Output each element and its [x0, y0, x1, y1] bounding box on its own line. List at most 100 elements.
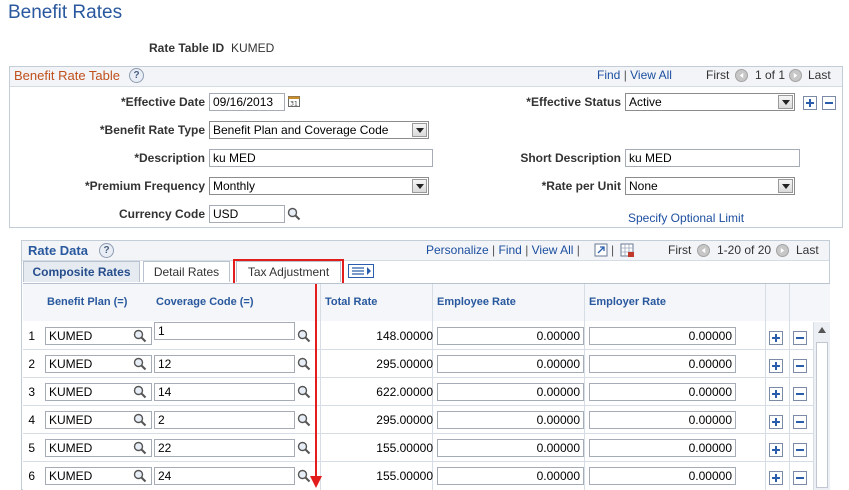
personalize-link[interactable]: Personalize [426, 243, 489, 257]
delete-row-button[interactable] [793, 387, 807, 401]
lookup-search-icon[interactable] [287, 207, 301, 221]
benefit-rate-type-value: Benefit Plan and Coverage Code [213, 123, 389, 137]
find-link[interactable]: Find [499, 243, 522, 257]
rate-per-unit-value: None [629, 179, 658, 193]
row-number: 2 [28, 357, 35, 371]
view-all-link[interactable]: View All [532, 243, 574, 257]
employer-rate-input[interactable]: 0.00000 [589, 383, 736, 401]
page-title: Benefit Rates [8, 2, 123, 23]
employer-rate-input[interactable]: 0.00000 [589, 355, 736, 373]
currency-code-label: Currency Code [118, 207, 205, 221]
benefit-rate-type-label: *Benefit Rate Type [99, 123, 205, 137]
first-label: First [668, 243, 692, 257]
previous-arrow-icon[interactable] [735, 69, 748, 82]
delete-row-button[interactable] [822, 96, 836, 110]
employee-rate-input[interactable]: 0.00000 [437, 439, 584, 457]
lookup-search-icon[interactable] [133, 357, 147, 371]
column-header-employer-rate: Employer Rate [589, 296, 667, 308]
add-row-button[interactable] [769, 387, 783, 401]
delete-row-button[interactable] [793, 415, 807, 429]
effective-date-label: *Effective Date [120, 95, 205, 109]
tab-composite-rates[interactable]: Composite Rates [23, 261, 140, 282]
lookup-search-icon[interactable] [133, 441, 147, 455]
download-to-excel-icon[interactable] [620, 243, 635, 258]
plus-icon [772, 474, 780, 482]
calendar-icon[interactable]: 31 [288, 95, 300, 107]
scrollbar-thumb[interactable] [816, 342, 828, 488]
lookup-search-icon[interactable] [133, 413, 147, 427]
minus-icon [796, 393, 804, 395]
rate-per-unit-select[interactable]: None [625, 177, 795, 195]
coverage-code-input[interactable]: 2 [154, 411, 295, 429]
rate-per-unit-label: *Rate per Unit [541, 179, 621, 193]
short-description-input[interactable]: ku MED [625, 149, 800, 167]
premium-frequency-select[interactable]: Monthly [209, 177, 429, 195]
scroll-up-icon[interactable] [818, 327, 826, 333]
add-row-button[interactable] [769, 359, 783, 373]
column-header-benefit-plan[interactable]: Benefit Plan (=) [47, 296, 127, 308]
employee-rate-input[interactable]: 0.00000 [437, 355, 584, 373]
chevron-down-icon [412, 123, 427, 137]
employer-rate-input[interactable]: 0.00000 [589, 467, 736, 485]
coverage-code-input[interactable]: 24 [154, 467, 295, 485]
employer-rate-input[interactable]: 0.00000 [589, 327, 736, 345]
benefit-rate-table-group [9, 66, 843, 228]
effective-status-select[interactable]: Active [625, 93, 795, 111]
help-icon[interactable]: ? [129, 68, 144, 83]
chevron-down-icon [778, 95, 793, 109]
zoom-grid-icon[interactable] [594, 243, 608, 257]
delete-row-button[interactable] [793, 471, 807, 485]
employer-rate-input[interactable]: 0.00000 [589, 439, 736, 457]
add-row-button[interactable] [769, 331, 783, 345]
add-row-button[interactable] [769, 415, 783, 429]
add-row-button[interactable] [803, 96, 817, 110]
next-arrow-icon[interactable] [776, 244, 789, 257]
row-number: 3 [28, 385, 35, 399]
delete-row-button[interactable] [793, 331, 807, 345]
add-row-button[interactable] [769, 443, 783, 457]
minus-icon [796, 337, 804, 339]
effective-date-input[interactable]: 09/16/2013 [209, 93, 285, 111]
lookup-search-icon[interactable] [133, 469, 147, 483]
employee-rate-input[interactable]: 0.00000 [437, 467, 584, 485]
lookup-search-icon[interactable] [133, 329, 147, 343]
show-all-columns-icon[interactable] [348, 264, 374, 278]
table-row: 1 KUMED 1 148.00000 0.00000 0.00000 [23, 322, 813, 350]
column-header-coverage-code[interactable]: Coverage Code (=) [156, 296, 254, 308]
coverage-code-input[interactable]: 1 [154, 322, 295, 340]
coverage-code-input[interactable]: 22 [154, 439, 295, 457]
previous-arrow-icon[interactable] [697, 244, 710, 257]
premium-frequency-value: Monthly [213, 179, 256, 193]
help-icon[interactable]: ? [99, 243, 114, 258]
benefit-rate-type-select[interactable]: Benefit Plan and Coverage Code [209, 121, 429, 139]
rate-data-nav: Personalize | Find | View All | [426, 243, 580, 257]
find-link[interactable]: Find [597, 68, 620, 82]
employee-rate-input[interactable]: 0.00000 [437, 383, 584, 401]
last-label: Last [808, 68, 831, 82]
coverage-code-input[interactable]: 14 [154, 383, 295, 401]
annotation-arrow-icon [310, 284, 322, 488]
plus-icon [772, 390, 780, 398]
rate-table-id-value: KUMED [231, 41, 275, 55]
employer-rate-input[interactable]: 0.00000 [589, 411, 736, 429]
table-row: 6 KUMED 24 155.00000 0.00000 0.00000 [23, 462, 813, 488]
minus-icon [825, 102, 833, 104]
coverage-code-input[interactable]: 12 [154, 355, 295, 373]
table-row: 2 KUMED 12 295.00000 0.00000 0.00000 [23, 350, 813, 378]
employee-rate-input[interactable]: 0.00000 [437, 327, 584, 345]
tab-detail-rates[interactable]: Detail Rates [143, 261, 230, 282]
view-all-link[interactable]: View All [630, 68, 672, 82]
delete-row-button[interactable] [793, 359, 807, 373]
specify-optional-limit-link[interactable]: Specify Optional Limit [628, 211, 744, 225]
add-row-button[interactable] [769, 471, 783, 485]
tax-adjustment-highlight [233, 259, 344, 285]
employee-rate-input[interactable]: 0.00000 [437, 411, 584, 429]
plus-icon [772, 362, 780, 370]
vertical-scrollbar[interactable] [813, 322, 830, 490]
next-arrow-icon[interactable] [789, 69, 802, 82]
delete-row-button[interactable] [793, 443, 807, 457]
last-label: Last [796, 243, 819, 257]
effective-status-value: Active [629, 95, 662, 109]
currency-code-input[interactable]: USD [209, 205, 285, 223]
lookup-search-icon[interactable] [133, 385, 147, 399]
